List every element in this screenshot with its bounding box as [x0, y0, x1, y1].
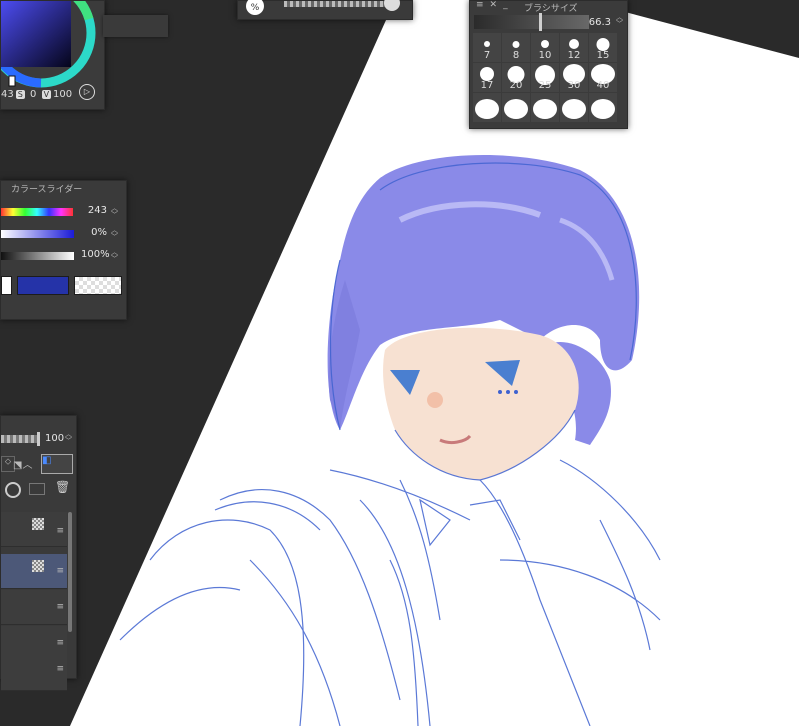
brush-preset-12[interactable]: 12	[560, 33, 588, 62]
brush-preset-17[interactable]: 17	[473, 63, 501, 92]
brush-size-title: ブラシサイズ	[524, 4, 578, 14]
brush-size-knob[interactable]	[539, 13, 542, 31]
layer-handle-icon[interactable]: ≡	[56, 566, 64, 576]
color-slider-panel: カラースライダー 243 ︿ ﹀ 0% ︿ ﹀ 100% ︿ ﹀	[0, 180, 127, 320]
transparent-color-swatch[interactable]	[74, 276, 122, 295]
brush-preset-row3-4[interactable]	[560, 93, 588, 122]
layer-thumbnail-icon	[32, 518, 44, 530]
layer-row-2-selected[interactable]: ≡	[1, 554, 67, 589]
saturation-value[interactable]: 0%	[81, 227, 107, 238]
brush-preset-10[interactable]: 10	[531, 33, 559, 62]
brush-preset-40[interactable]: 40	[589, 63, 617, 92]
close-icon[interactable]: ✕	[490, 0, 504, 10]
value-readout: 100	[53, 89, 73, 100]
layer-opacity-slider[interactable]	[1, 435, 39, 443]
s-tag: S	[15, 90, 25, 99]
color-wheel-panel: 43 S 0 V 100 ▷	[0, 0, 105, 110]
brush-preset-row3-5[interactable]	[589, 93, 617, 122]
brush-size-presets: 7 8 10 12 15 17 20 25 30 40	[473, 33, 618, 122]
percent-icon[interactable]: %	[246, 0, 264, 15]
clip-icon[interactable]: ⬔︿	[13, 456, 39, 471]
color-slider-title: カラースライダー	[11, 185, 83, 195]
layer-thumbnail-icon	[32, 560, 44, 572]
drawing-canvas[interactable]	[0, 0, 799, 726]
brightness-slider[interactable]	[1, 252, 74, 260]
brush-preset-row3-3[interactable]	[531, 93, 559, 122]
layer-row-5[interactable]: ≡	[1, 656, 67, 691]
layer-opacity-stepper[interactable]: ︿ ﹀	[65, 431, 72, 445]
minimize-icon[interactable]: _	[503, 0, 514, 10]
saturation-slider[interactable]	[1, 230, 74, 238]
layer-panel: 100 ︿ ﹀ ⬦ ⬔︿ ◧ 🗑 ≡ ≡ ≡ ≡ ≡	[0, 415, 77, 691]
play-icon[interactable]: ▷	[79, 84, 95, 100]
brush-preset-15[interactable]: 15	[589, 33, 617, 62]
opacity-knob-top[interactable]	[384, 0, 400, 11]
layer-opacity-knob[interactable]	[37, 432, 40, 446]
layer-handle-icon[interactable]: ≡	[56, 602, 64, 612]
brightness-value[interactable]: 100%	[81, 249, 110, 260]
opacity-panel-top: %	[237, 0, 413, 20]
layer-handle-icon[interactable]: ≡	[56, 526, 64, 536]
brush-preset-25[interactable]: 25	[531, 63, 559, 92]
saturation-stepper[interactable]: ︿ ﹀	[111, 227, 118, 241]
reference-layer-icon[interactable]: ◧	[41, 454, 73, 474]
brush-size-panel: ≡✕_ ブラシサイズ 66.3 ︿ ﹀ 7 8 10 12 15 17 20 25…	[469, 0, 628, 129]
sub-color-swatch[interactable]	[1, 276, 12, 295]
saturation-readout: 0	[30, 89, 37, 100]
trash-icon[interactable]: 🗑	[55, 480, 70, 494]
main-color-swatch[interactable]	[17, 276, 69, 295]
brush-preset-row3-2[interactable]	[502, 93, 530, 122]
camera-icon[interactable]	[29, 483, 45, 495]
hue-stepper[interactable]: ︿ ﹀	[111, 205, 118, 219]
layer-row-3[interactable]: ≡	[1, 590, 67, 625]
layer-handle-icon[interactable]: ≡	[56, 664, 64, 674]
brush-preset-20[interactable]: 20	[502, 63, 530, 92]
brush-preset-row3-1[interactable]	[473, 93, 501, 122]
layer-handle-icon[interactable]: ≡	[56, 638, 64, 648]
brush-size-stepper[interactable]: ︿ ﹀	[616, 14, 623, 28]
v-tag: V	[41, 90, 52, 99]
hue-readout: 43	[1, 89, 14, 100]
panel-menu-icon[interactable]: ≡	[476, 0, 490, 10]
layer-scrollbar[interactable]	[68, 512, 72, 632]
hue-value[interactable]: 243	[81, 205, 107, 216]
brush-size-value[interactable]: 66.3	[589, 17, 611, 28]
brush-preset-8[interactable]: 8	[502, 33, 530, 62]
brush-size-slider[interactable]	[474, 15, 589, 29]
brush-preset-30[interactable]: 30	[560, 63, 588, 92]
layer-opacity-value[interactable]: 100	[45, 433, 64, 444]
brush-preset-7[interactable]: 7	[473, 33, 501, 62]
layer-row-1[interactable]: ≡	[1, 512, 67, 547]
hue-slider[interactable]	[1, 208, 73, 216]
mask-icon[interactable]	[5, 482, 21, 498]
color-wheel[interactable]	[1, 1, 104, 89]
brightness-stepper[interactable]: ︿ ﹀	[111, 249, 118, 263]
opacity-slider-top[interactable]	[284, 1, 394, 7]
hue-marker[interactable]	[8, 75, 16, 87]
panel-tab-stub	[103, 15, 168, 37]
